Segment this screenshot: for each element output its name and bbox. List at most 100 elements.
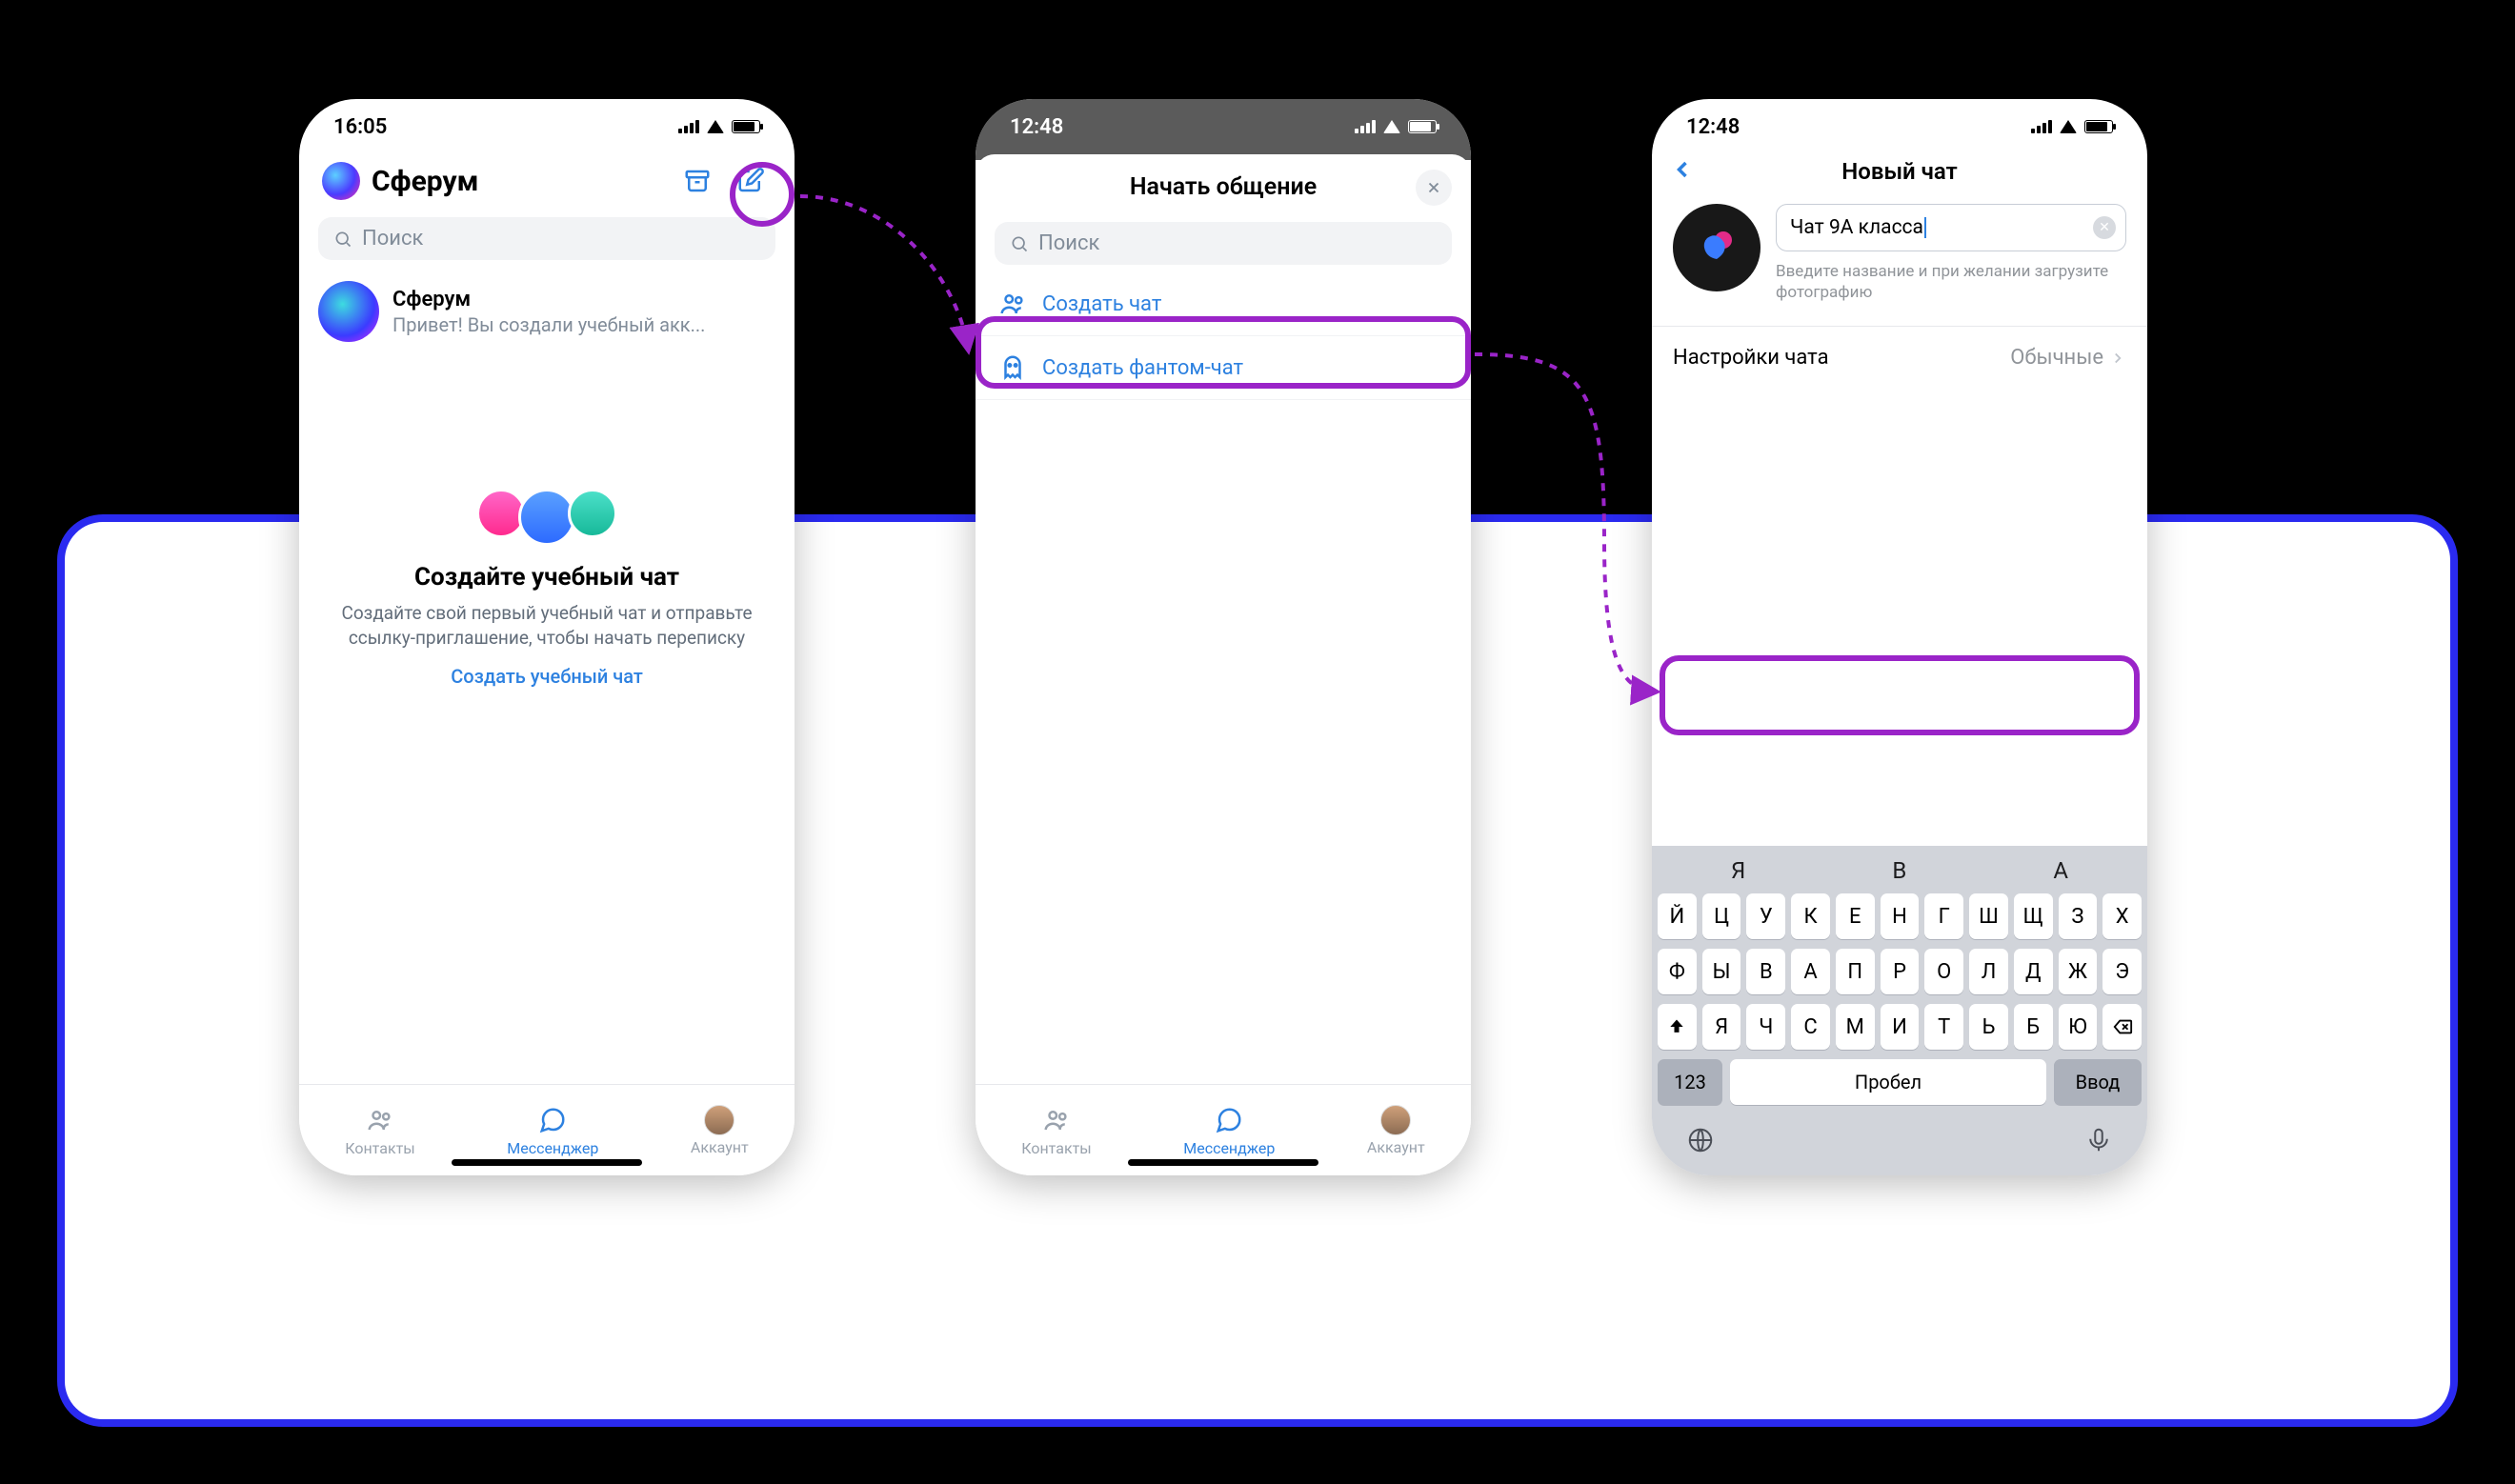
key[interactable]: Г [1924,893,1963,939]
page-title: Новый чат [1841,158,1957,185]
app-logo [322,162,360,200]
key[interactable]: Н [1881,893,1920,939]
tab-label: Аккаунт [691,1138,749,1156]
settings-value: Обычные [2010,346,2103,370]
chat-photo-picker[interactable] [1673,204,1760,291]
chat-name-input[interactable]: Чат 9А класса ✕ [1776,204,2126,251]
key[interactable]: Е [1836,893,1875,939]
home-indicator [1128,1159,1318,1166]
key[interactable]: Щ [2014,893,2053,939]
tab-messenger[interactable]: Мессенджер [507,1104,598,1157]
cellular-icon [1355,120,1376,133]
mic-icon[interactable] [2084,1126,2113,1158]
key[interactable]: Ц [1702,893,1741,939]
highlight-create-chat-option [976,316,1471,389]
keyboard-suggestions: Я В А [1658,852,2142,893]
key-enter[interactable]: Ввод [2054,1059,2142,1105]
tab-label: Мессенджер [1183,1139,1275,1157]
tab-label: Мессенджер [507,1139,598,1157]
status-bar: 12:48 [976,99,1471,150]
search-input[interactable]: Поиск [318,217,775,260]
suggestion[interactable]: А [2053,857,2068,884]
account-avatar-icon [1380,1105,1411,1135]
search-placeholder: Поиск [1038,231,1099,255]
tab-account[interactable]: Аккаунт [691,1105,749,1156]
key[interactable]: Б [2014,1004,2053,1050]
clear-button[interactable]: ✕ [2093,216,2116,239]
tab-contacts[interactable]: Контакты [345,1104,414,1157]
close-icon [1425,179,1442,196]
key[interactable]: Э [2103,949,2142,994]
key[interactable]: Я [1702,1004,1741,1050]
key[interactable]: А [1791,949,1830,994]
key[interactable]: Ш [1969,893,2008,939]
search-icon [333,230,352,249]
contacts-icon [364,1104,396,1136]
onboarding-text: Создайте свой первый учебный чат и отпра… [337,601,756,650]
people-icon [998,290,1027,318]
option-label: Создать чат [1042,292,1161,316]
back-button[interactable] [1669,156,1696,187]
phone-screen-2: 12:48 Начать общение Поиск Создать чат С… [976,99,1471,1175]
globe-icon[interactable] [1686,1126,1715,1158]
close-button[interactable] [1416,170,1452,206]
tab-contacts[interactable]: Контакты [1021,1104,1091,1157]
messenger-icon [1213,1104,1245,1136]
tab-label: Контакты [345,1139,414,1157]
faces-illustration [337,489,756,546]
search-icon [1010,234,1029,253]
wifi-icon [1383,120,1400,133]
key[interactable]: Й [1658,893,1697,939]
key[interactable]: Ж [2059,949,2098,994]
key[interactable]: П [1836,949,1875,994]
onboarding-link[interactable]: Создать учебный чат [451,665,643,688]
contacts-icon [1040,1104,1073,1136]
wifi-icon [707,120,724,133]
suggestion[interactable]: Я [1731,857,1745,884]
key[interactable]: Ь [1969,1004,2008,1050]
search-input[interactable]: Поиск [995,222,1452,265]
key[interactable]: Л [1969,949,2008,994]
phone-screen-3: 12:48 Новый чат Чат 9А класса ✕ Введите … [1652,99,2147,1175]
tab-messenger[interactable]: Мессенджер [1183,1104,1275,1157]
key[interactable]: З [2059,893,2098,939]
key-numeric[interactable]: 123 [1658,1059,1722,1105]
chevron-right-icon [2109,350,2126,367]
archive-button[interactable] [676,160,718,202]
account-avatar-icon [704,1105,734,1135]
battery-icon [2084,120,2113,133]
flow-arrow-1 [795,191,985,381]
key[interactable]: Ю [2059,1004,2098,1050]
key[interactable]: С [1791,1004,1830,1050]
key[interactable]: К [1791,893,1830,939]
key[interactable]: И [1881,1004,1920,1050]
chat-name: Сферум [392,288,705,311]
key-space[interactable]: Пробел [1730,1059,2046,1105]
key[interactable]: О [1924,949,1963,994]
chat-list-item[interactable]: Сферум Привет! Вы создали учебный акк... [299,268,795,355]
key[interactable]: М [1836,1004,1875,1050]
key[interactable]: Д [2014,949,2053,994]
key[interactable]: Ч [1746,1004,1785,1050]
key[interactable]: Х [2103,893,2142,939]
key[interactable]: Ф [1658,949,1697,994]
key[interactable]: Т [1924,1004,1963,1050]
key[interactable]: Р [1881,949,1920,994]
key-shift[interactable] [1658,1004,1697,1050]
key-backspace[interactable] [2103,1004,2142,1050]
photo-placeholder-icon [1693,224,1740,271]
sheet-title: Начать общение [1130,173,1317,201]
key[interactable]: В [1746,949,1785,994]
key[interactable]: Ы [1702,949,1741,994]
chat-avatar [318,281,379,342]
suggestion[interactable]: В [1892,857,1906,884]
chat-settings-row[interactable]: Настройки чата Обычные [1652,327,2147,389]
app-title: Сферум [372,165,665,198]
highlight-create-chat-button [1660,655,2140,735]
wifi-icon [2060,120,2077,133]
key[interactable]: У [1746,893,1785,939]
chevron-left-icon [1669,156,1696,183]
tab-account[interactable]: Аккаунт [1367,1105,1425,1156]
keyboard: Я В А ЙЦУКЕНГШЩЗХ ФЫВАПРОЛДЖЭ ЯЧСМИТЬБЮ … [1652,846,2147,1175]
status-time: 16:05 [333,115,387,139]
